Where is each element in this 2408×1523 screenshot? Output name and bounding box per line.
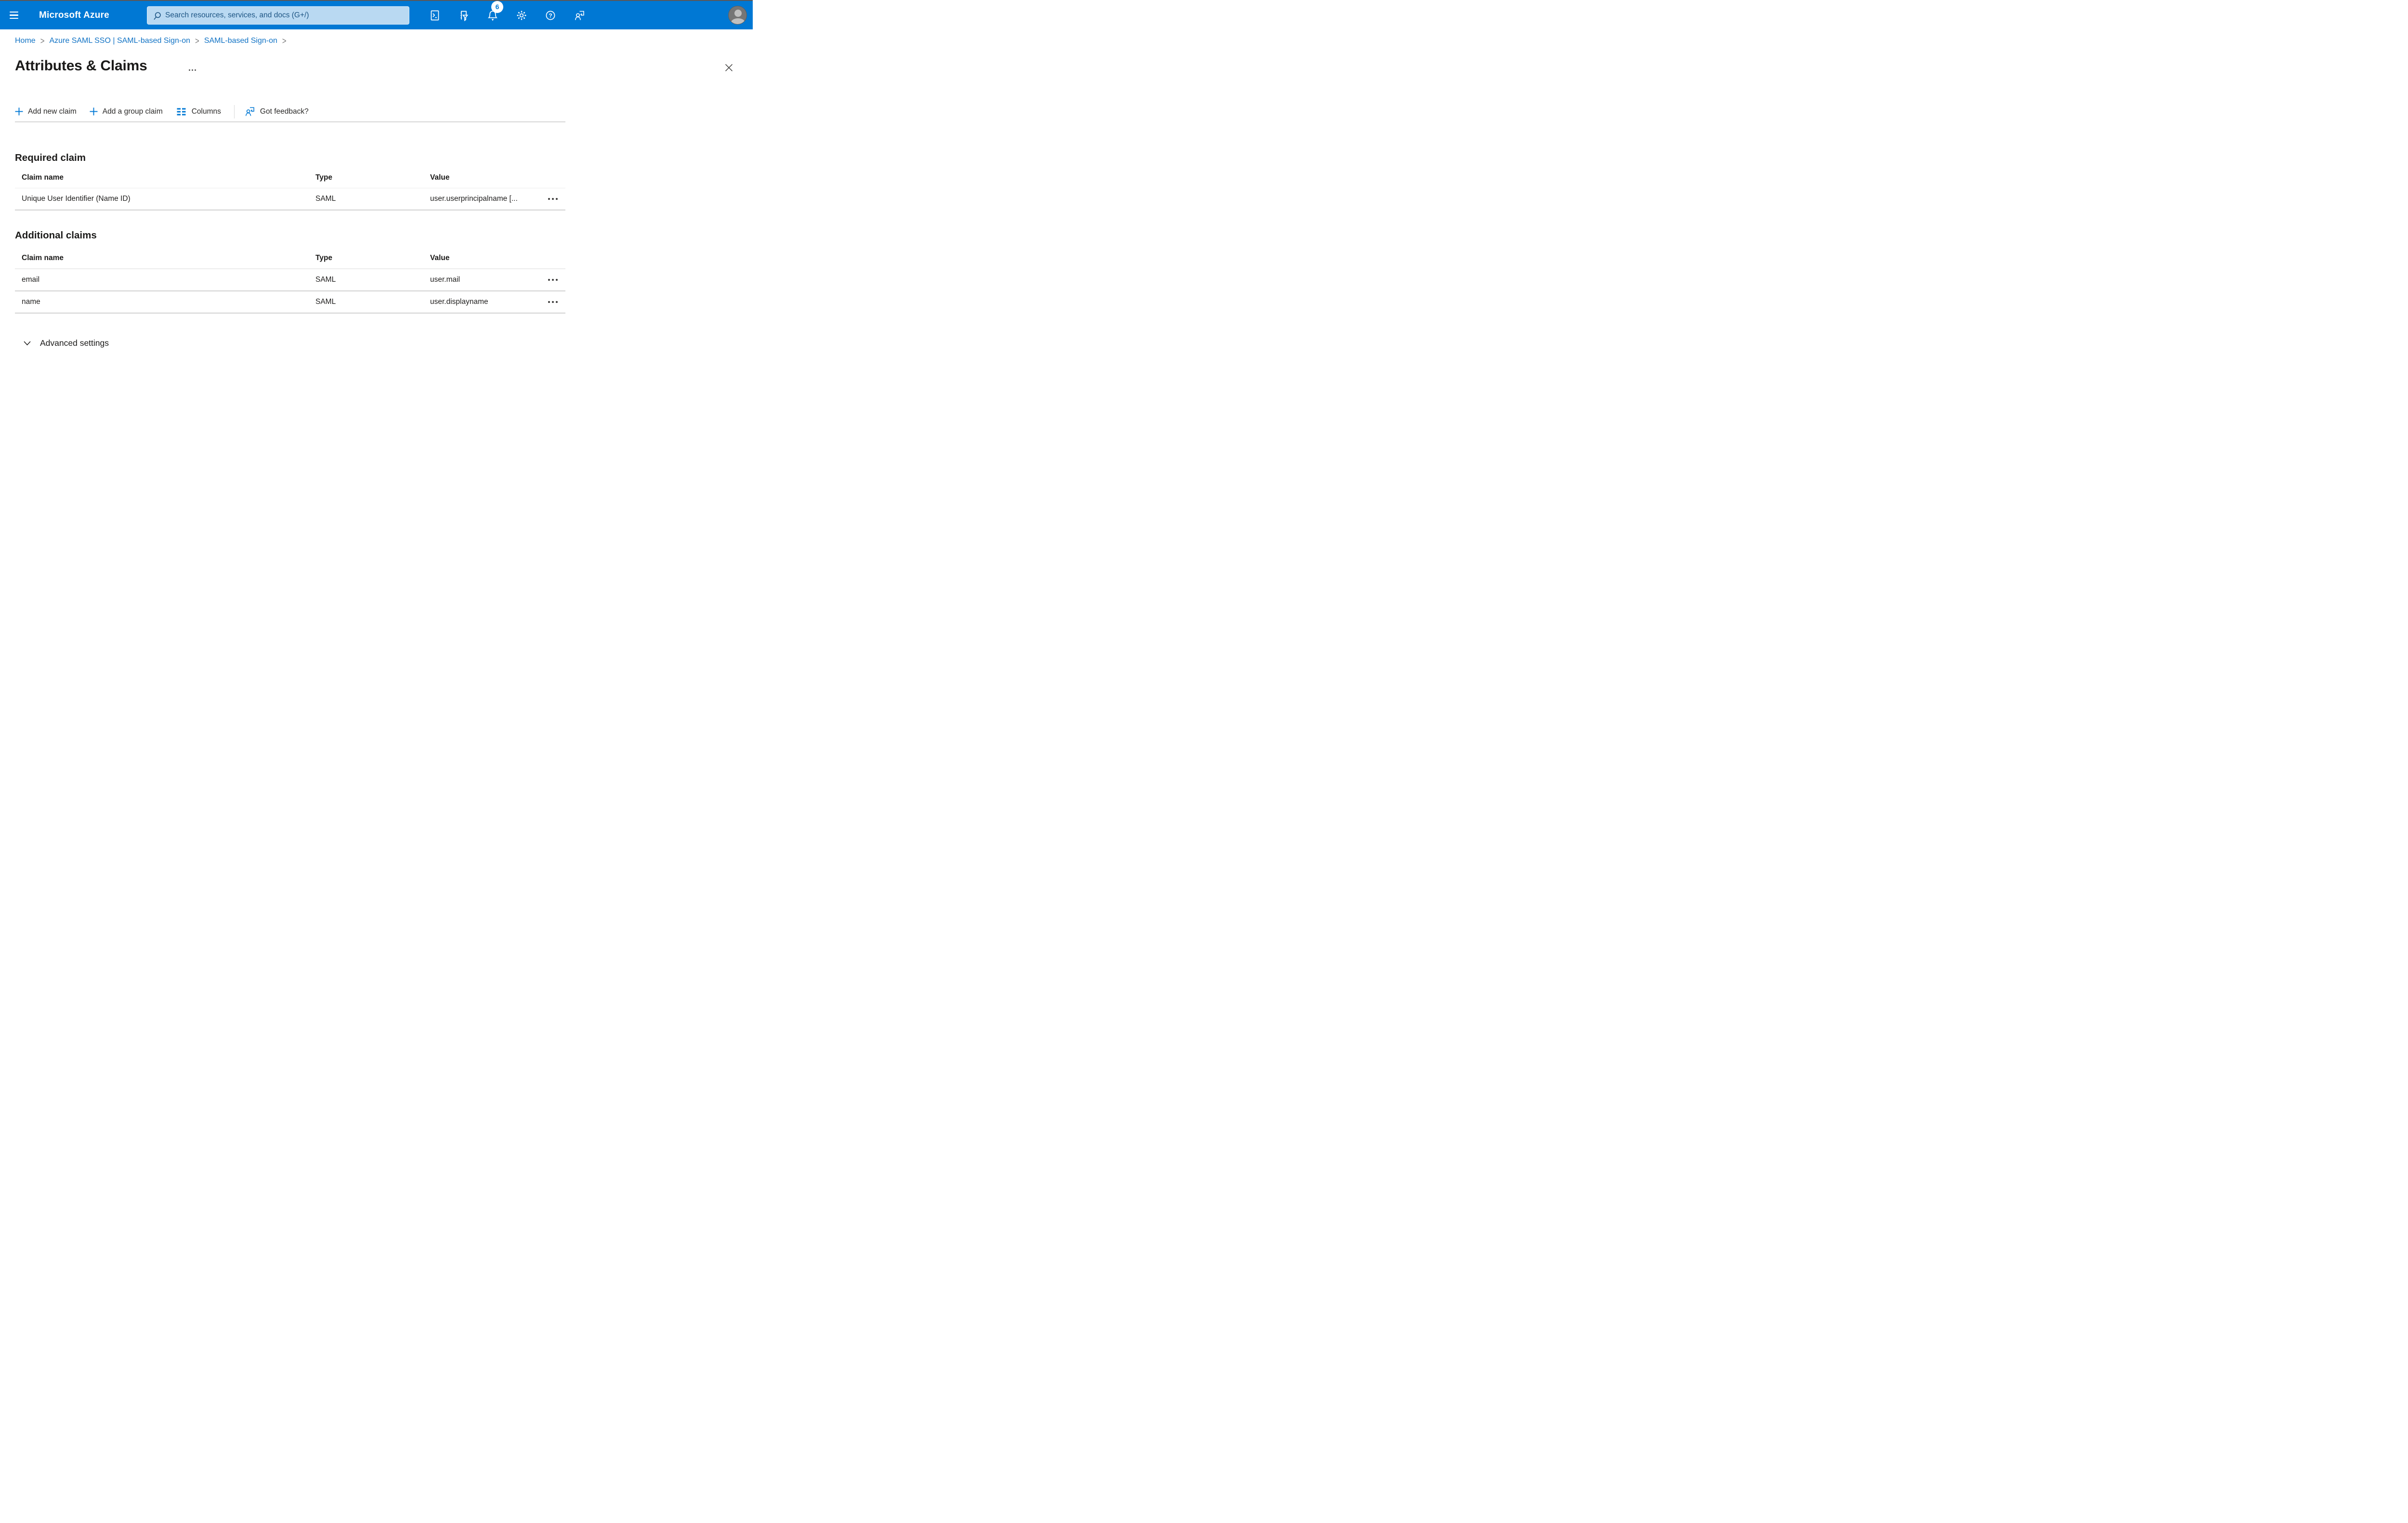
breadcrumb-home[interactable]: Home (15, 37, 36, 45)
table-row[interactable]: name SAML user.displayname (15, 291, 565, 314)
cloud-shell-icon (431, 10, 439, 20)
column-header-type: Type (315, 254, 333, 262)
add-new-claim-label: Add new claim (28, 107, 77, 116)
breadcrumb-separator: > (195, 36, 199, 46)
help-button[interactable]: ? (540, 5, 561, 26)
claim-type-cell: SAML (315, 276, 336, 284)
chevron-down-icon (24, 341, 31, 346)
claim-value-cell: user.displayname (430, 298, 488, 306)
plus-icon (15, 107, 23, 116)
columns-label: Columns (191, 107, 221, 116)
ellipsis-icon (548, 301, 550, 303)
table-header-row: Claim name Type Value (15, 248, 565, 269)
required-claim-table: Claim name Type Value Unique User Identi… (15, 167, 565, 210)
toolbar-rule (15, 121, 565, 122)
column-header-value: Value (430, 254, 450, 262)
got-feedback-label: Got feedback? (260, 107, 309, 116)
person-feedback-icon (575, 11, 584, 20)
avatar-silhouette-head (734, 10, 742, 17)
table-row[interactable]: email SAML user.mail (15, 269, 565, 291)
column-header-value: Value (430, 173, 450, 182)
close-icon (725, 64, 733, 71)
claim-name-cell: email (22, 276, 40, 284)
directory-filter-button[interactable] (453, 5, 474, 26)
row-context-menu-button[interactable] (531, 298, 558, 306)
search-icon (154, 12, 161, 20)
claim-type-cell: SAML (315, 298, 336, 306)
account-avatar[interactable] (728, 6, 747, 25)
toolbar-divider (234, 105, 235, 118)
column-header-type: Type (315, 173, 333, 182)
gear-icon (517, 11, 526, 20)
required-claim-heading: Required claim (15, 152, 86, 163)
title-more-button[interactable] (187, 67, 198, 73)
got-feedback-button[interactable]: Got feedback? (244, 106, 309, 117)
claim-value-cell: user.userprincipalname [... (430, 195, 518, 203)
ellipsis-icon (548, 197, 550, 200)
add-group-claim-label: Add a group claim (102, 107, 163, 116)
breadcrumb-separator: > (282, 36, 287, 46)
columns-button[interactable]: Columns (176, 106, 221, 117)
brand-title[interactable]: Microsoft Azure (39, 1, 109, 29)
additional-claims-heading: Additional claims (15, 230, 97, 241)
notifications-button[interactable]: 6 (482, 0, 503, 26)
advanced-settings-toggle[interactable]: Advanced settings (23, 338, 109, 348)
avatar-silhouette-body (731, 18, 745, 24)
settings-button[interactable] (511, 5, 532, 26)
row-context-menu-button[interactable] (531, 276, 558, 284)
claim-type-cell: SAML (315, 195, 336, 203)
global-search (147, 6, 409, 25)
ellipsis-icon (548, 278, 550, 281)
cloud-shell-button[interactable] (424, 5, 445, 26)
breadcrumb-separator: > (40, 36, 45, 46)
breadcrumb-saml-signon[interactable]: SAML-based Sign-on (204, 37, 277, 45)
hamburger-icon (10, 11, 18, 13)
row-context-menu-button[interactable] (531, 195, 558, 203)
claim-name-cell: Unique User Identifier (Name ID) (22, 195, 131, 203)
svg-text:?: ? (549, 12, 552, 19)
plus-icon (90, 107, 98, 116)
ellipsis-icon (189, 69, 190, 71)
table-header-row: Claim name Type Value (15, 167, 565, 188)
columns-icon (177, 108, 186, 115)
advanced-settings-label: Advanced settings (40, 338, 109, 348)
help-icon: ? (546, 11, 555, 20)
breadcrumb: Home > Azure SAML SSO | SAML-based Sign-… (15, 36, 291, 46)
close-blade-button[interactable] (722, 61, 735, 74)
command-bar: Add new claim Add a group claim Columns … (15, 102, 322, 121)
search-input[interactable] (147, 7, 409, 24)
page-title: Attributes & Claims (15, 58, 147, 74)
hamburger-menu-button[interactable] (0, 1, 28, 29)
column-header-claim-name: Claim name (22, 254, 64, 262)
filter-icon (460, 11, 469, 21)
claim-value-cell: user.mail (430, 276, 460, 284)
table-row[interactable]: Unique User Identifier (Name ID) SAML us… (15, 188, 565, 210)
add-group-claim-button[interactable]: Add a group claim (90, 107, 163, 116)
feedback-person-icon (245, 107, 254, 116)
breadcrumb-app-sso[interactable]: Azure SAML SSO | SAML-based Sign-on (49, 37, 190, 45)
additional-claims-table: Claim name Type Value email SAML user.ma… (15, 248, 565, 314)
column-header-claim-name: Claim name (22, 173, 64, 182)
azure-topbar: Microsoft Azure Search resources, servic… (0, 0, 753, 29)
notification-badge: 6 (491, 0, 503, 13)
claim-name-cell: name (22, 298, 40, 306)
feedback-button[interactable] (569, 5, 590, 26)
add-new-claim-button[interactable]: Add new claim (15, 107, 77, 116)
